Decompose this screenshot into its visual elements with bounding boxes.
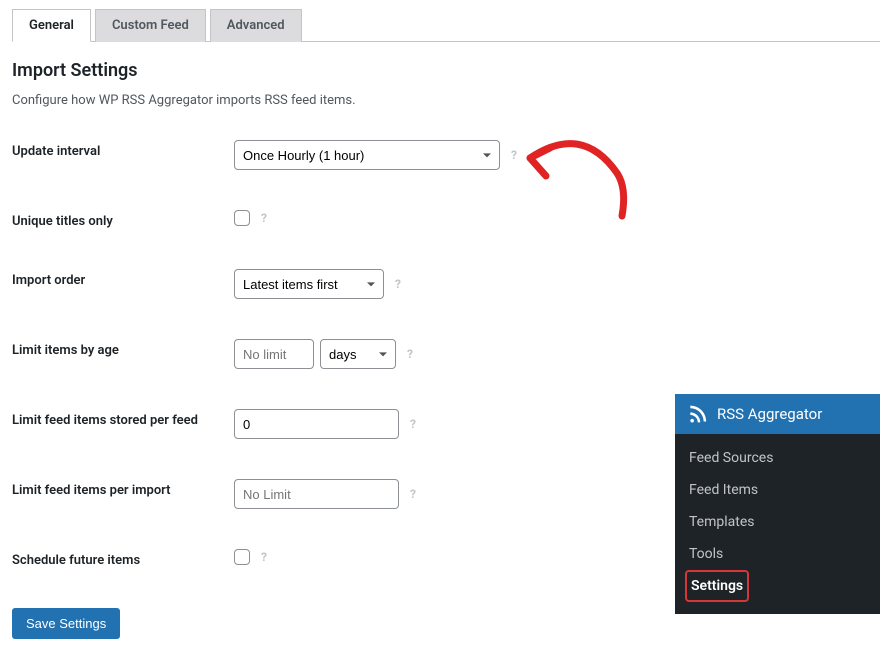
sidebar-title: RSS Aggregator bbox=[717, 405, 822, 423]
rss-icon bbox=[687, 404, 707, 424]
row-unique-titles: Unique titles only ? bbox=[12, 210, 868, 229]
save-button[interactable]: Save Settings bbox=[12, 608, 120, 639]
label-import-order: Import order bbox=[12, 269, 234, 288]
sidebar-item-feed-sources[interactable]: Feed Sources bbox=[675, 442, 880, 474]
row-limit-by-age: Limit items by age days ? bbox=[12, 339, 868, 369]
tab-general[interactable]: General bbox=[12, 9, 91, 42]
sidebar-item-templates[interactable]: Templates bbox=[675, 506, 880, 538]
select-import-order[interactable]: Latest items first bbox=[234, 269, 384, 299]
sidebar-item-settings[interactable]: Settings bbox=[685, 570, 749, 602]
settings-tabs: General Custom Feed Advanced bbox=[12, 8, 880, 42]
label-unique-titles: Unique titles only bbox=[12, 210, 234, 229]
input-limit-per-import[interactable] bbox=[234, 479, 399, 509]
help-icon[interactable]: ? bbox=[405, 416, 421, 432]
select-limit-by-age-unit[interactable]: days bbox=[320, 339, 396, 369]
label-schedule-future: Schedule future items bbox=[12, 549, 234, 568]
row-import-order: Import order Latest items first ? bbox=[12, 269, 868, 299]
sidebar-header[interactable]: RSS Aggregator bbox=[675, 394, 880, 434]
sidebar-items: Feed Sources Feed Items Templates Tools … bbox=[675, 434, 880, 614]
help-icon[interactable]: ? bbox=[402, 346, 418, 362]
input-limit-stored[interactable] bbox=[234, 409, 399, 439]
help-icon[interactable]: ? bbox=[390, 276, 406, 292]
page-description: Configure how WP RSS Aggregator imports … bbox=[12, 93, 868, 108]
checkbox-unique-titles[interactable] bbox=[234, 210, 250, 226]
label-limit-by-age: Limit items by age bbox=[12, 339, 234, 358]
page-title: Import Settings bbox=[12, 60, 868, 81]
checkbox-schedule-future[interactable] bbox=[234, 549, 250, 565]
help-icon[interactable]: ? bbox=[256, 210, 272, 226]
tab-advanced[interactable]: Advanced bbox=[210, 9, 302, 42]
label-limit-stored: Limit feed items stored per feed bbox=[12, 409, 234, 428]
tab-custom-feed[interactable]: Custom Feed bbox=[95, 9, 206, 42]
sidebar-item-tools[interactable]: Tools bbox=[675, 538, 880, 570]
label-update-interval: Update interval bbox=[12, 140, 234, 159]
help-icon[interactable]: ? bbox=[506, 147, 522, 163]
input-limit-by-age[interactable] bbox=[234, 339, 314, 369]
label-limit-per-import: Limit feed items per import bbox=[12, 479, 234, 498]
help-icon[interactable]: ? bbox=[256, 549, 272, 565]
admin-sidebar: RSS Aggregator Feed Sources Feed Items T… bbox=[675, 394, 880, 614]
sidebar-item-feed-items[interactable]: Feed Items bbox=[675, 474, 880, 506]
help-icon[interactable]: ? bbox=[405, 486, 421, 502]
select-update-interval[interactable]: Once Hourly (1 hour) bbox=[234, 140, 500, 170]
row-update-interval: Update interval Once Hourly (1 hour) ? bbox=[12, 140, 868, 170]
